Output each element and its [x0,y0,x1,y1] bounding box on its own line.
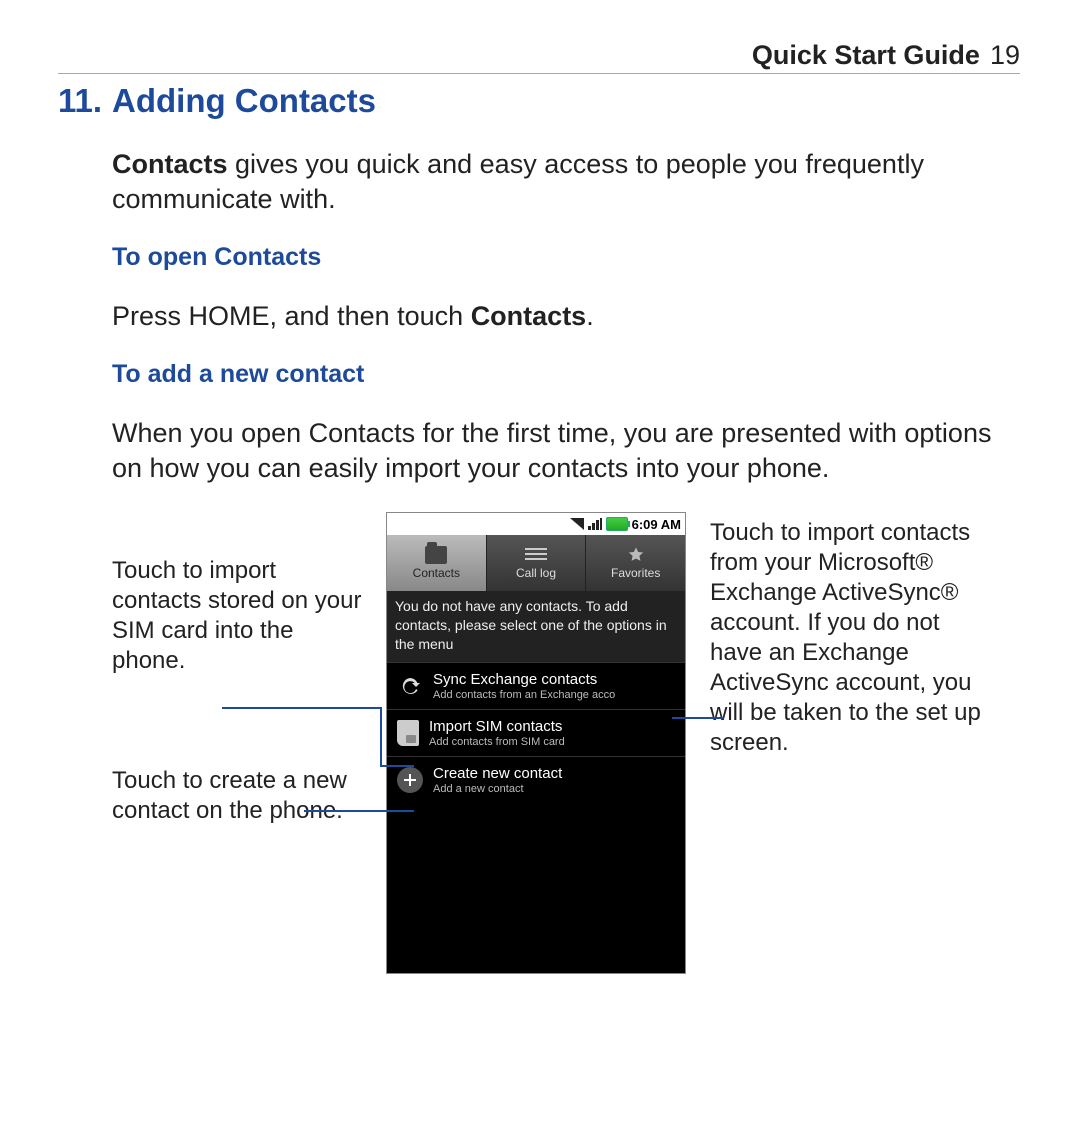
battery-icon [606,517,628,531]
callout-exchange: Touch to import contacts from your Micro… [710,518,990,758]
folder-icon [425,546,447,564]
menu-item-title: Sync Exchange contacts [433,671,615,688]
options-menu: Sync Exchange contacts Add contacts from… [387,662,685,803]
section-title: Adding Contacts [112,82,376,119]
connector-line [672,717,724,719]
open-pre: Press HOME, and then touch [112,301,471,331]
status-time: 6:09 AM [632,517,681,532]
section-number: 11. [58,82,112,120]
signal-3g-icon [570,518,584,530]
guide-title: Quick Start Guide [752,40,980,71]
open-contacts-heading: To open Contacts [112,243,1020,272]
tab-call-log[interactable]: Call log [487,535,587,591]
page-number: 19 [990,40,1020,71]
sim-card-icon [397,720,419,746]
status-bar: 6:09 AM [387,513,685,535]
tab-label: Call log [516,566,556,580]
plus-icon [397,767,423,793]
intro-lead: Contacts [112,149,228,179]
page-header: Quick Start Guide 19 [58,40,1020,74]
open-post: . [586,301,594,331]
connector-line [304,810,414,812]
phone-screenshot: 6:09 AM Contacts Call log [386,512,686,974]
menu-item-subtitle: Add a new contact [433,783,562,795]
tab-bar: Contacts Call log Favorites [387,535,685,591]
signal-bars-icon [588,518,602,530]
empty-contacts-message: You do not have any contacts. To add con… [387,591,685,662]
list-icon [525,546,547,564]
connector-line [222,707,382,709]
star-icon [625,546,647,564]
open-contacts-body: Press HOME, and then touch Contacts. [112,299,1020,334]
tab-contacts[interactable]: Contacts [387,535,487,591]
callout-sim: Touch to import contacts stored on your … [112,556,362,676]
menu-import-sim[interactable]: Import SIM contacts Add contacts from SI… [387,709,685,756]
section-heading: 11.Adding Contacts [58,82,1020,120]
tab-label: Contacts [413,566,460,580]
menu-item-title: Import SIM contacts [429,718,565,735]
add-contact-heading: To add a new contact [112,360,1020,389]
intro-rest: gives you quick and easy access to peopl… [112,149,924,214]
menu-create-contact[interactable]: Create new contact Add a new contact [387,756,685,803]
menu-item-subtitle: Add contacts from an Exchange acco [433,689,615,701]
sync-icon [397,673,423,699]
tab-label: Favorites [611,566,660,580]
tab-favorites[interactable]: Favorites [586,535,685,591]
connector-line [380,707,382,765]
callout-create: Touch to create a new contact on the pho… [112,766,362,826]
phone-blank-area [387,803,685,973]
intro-paragraph: Contacts gives you quick and easy access… [112,147,1020,217]
menu-sync-exchange[interactable]: Sync Exchange contacts Add contacts from… [387,662,685,709]
open-bold: Contacts [471,301,587,331]
menu-item-subtitle: Add contacts from SIM card [429,736,565,748]
menu-item-title: Create new contact [433,765,562,782]
figure-area: Touch to import contacts stored on your … [112,512,1020,974]
add-contact-body: When you open Contacts for the first tim… [112,416,1020,486]
